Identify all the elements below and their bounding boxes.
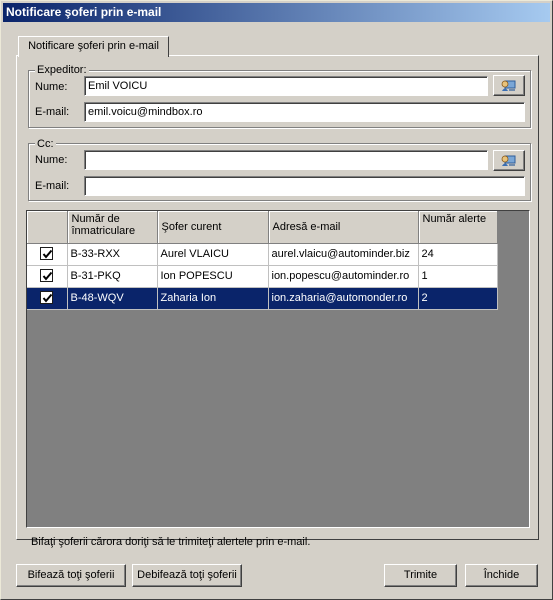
row-checkbox[interactable]	[40, 291, 54, 305]
sender-name-label: Nume:	[35, 81, 68, 93]
plate-cell[interactable]: B-48-WQV	[67, 287, 158, 310]
cc-email-input[interactable]	[84, 176, 525, 196]
address-book-icon	[501, 155, 516, 166]
table-row[interactable]: B-33-RXX Aurel VLAICU aurel.vlaicu@autom…	[27, 243, 498, 266]
alerts-cell[interactable]: 1	[418, 265, 498, 288]
uncheck-all-button[interactable]: Debifează toţi şoferii	[132, 564, 242, 587]
row-checkbox[interactable]	[40, 269, 54, 283]
drivers-grid[interactable]: Număr de înmatriculare Şofer curent Adre…	[26, 210, 530, 528]
cc-name-label: Nume:	[35, 154, 68, 166]
row-checkbox[interactable]	[40, 247, 54, 261]
drivers-table: Număr de înmatriculare Şofer curent Adre…	[27, 211, 498, 310]
notification-dialog: Notificare şoferi prin e-mail Notificare…	[0, 0, 553, 600]
sender-name-input[interactable]: Emil VOICU	[84, 76, 488, 96]
column-header-check[interactable]	[27, 211, 68, 244]
column-header-driver[interactable]: Şofer curent	[157, 211, 269, 244]
column-header-plate[interactable]: Număr de înmatriculare	[67, 211, 158, 244]
grid-header-row: Număr de înmatriculare Şofer curent Adre…	[27, 211, 498, 244]
row-checkbox-cell[interactable]	[27, 287, 68, 310]
checkmark-icon	[42, 293, 53, 303]
column-header-alerts[interactable]: Număr alerte	[418, 211, 498, 244]
email-cell[interactable]: ion.popescu@autominder.ro	[268, 265, 419, 288]
table-row-selected[interactable]: B-48-WQV Zaharia Ion ion.zaharia@automon…	[27, 287, 498, 310]
alerts-cell[interactable]: 2	[418, 287, 498, 310]
instruction-text: Bifaţi şoferii cărora doriţi să le trimi…	[31, 536, 311, 548]
send-button[interactable]: Trimite	[384, 564, 457, 587]
email-cell[interactable]: ion.zaharia@automonder.ro	[268, 287, 419, 310]
checkmark-icon	[42, 271, 53, 281]
sender-email-label: E-mail:	[35, 106, 70, 118]
check-all-button[interactable]: Bifează toţi şoferii	[16, 564, 126, 587]
checkmark-icon	[42, 249, 53, 259]
plate-cell[interactable]: B-33-RXX	[67, 243, 158, 266]
tab-notificare[interactable]: Notificare şoferi prin e-mail	[18, 36, 169, 57]
cc-email-label: E-mail:	[35, 180, 70, 192]
table-row[interactable]: B-31-PKQ Ion POPESCU ion.popescu@automin…	[27, 265, 498, 288]
alerts-cell[interactable]: 24	[418, 243, 498, 266]
close-button[interactable]: Închide	[465, 564, 538, 587]
driver-cell[interactable]: Ion POPESCU	[157, 265, 269, 288]
driver-cell[interactable]: Zaharia Ion	[157, 287, 269, 310]
window-title[interactable]: Notificare şoferi prin e-mail	[3, 3, 550, 22]
driver-cell[interactable]: Aurel VLAICU	[157, 243, 269, 266]
row-checkbox-cell[interactable]	[27, 243, 68, 266]
address-book-icon	[501, 80, 516, 91]
cc-address-book-button[interactable]	[493, 150, 525, 171]
sender-address-book-button[interactable]	[493, 75, 525, 96]
row-checkbox-cell[interactable]	[27, 265, 68, 288]
sender-legend: Expeditor:	[35, 64, 89, 77]
sender-email-input[interactable]: emil.voicu@mindbox.ro	[84, 102, 525, 122]
column-header-email[interactable]: Adresă e-mail	[268, 211, 419, 244]
plate-cell[interactable]: B-31-PKQ	[67, 265, 158, 288]
cc-legend: Cc:	[35, 138, 56, 151]
email-cell[interactable]: aurel.vlaicu@autominder.biz	[268, 243, 419, 266]
cc-name-input[interactable]	[84, 150, 488, 170]
